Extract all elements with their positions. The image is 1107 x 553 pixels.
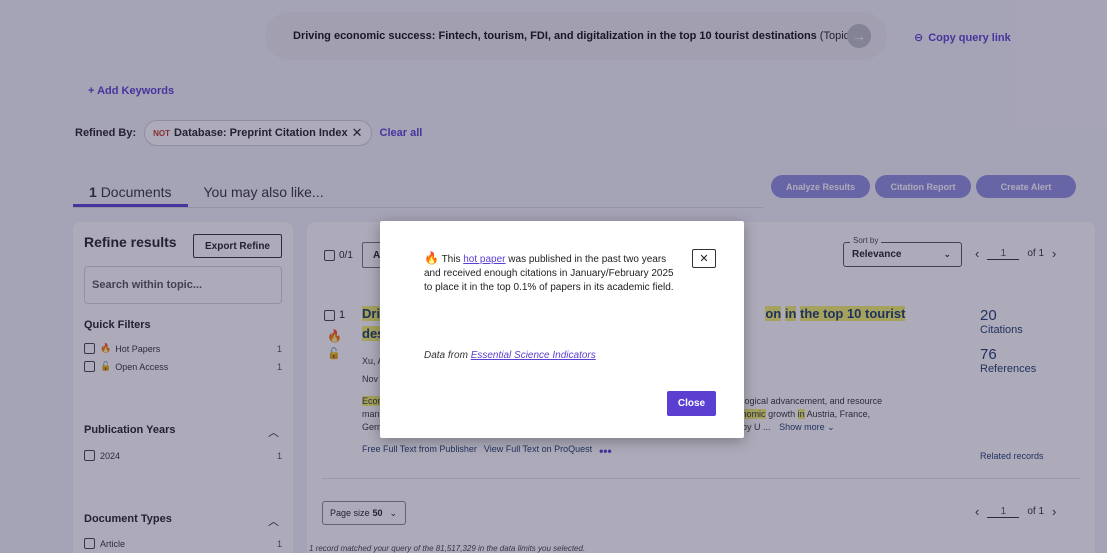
page: Driving economic success: Fintech, touri…: [0, 0, 1107, 553]
close-button[interactable]: Close: [667, 391, 716, 416]
flame-icon: 🔥: [424, 251, 439, 265]
close-icon[interactable]: ✕: [692, 249, 716, 268]
hot-paper-link[interactable]: hot paper: [463, 254, 505, 265]
esi-link[interactable]: Essential Science Indicators: [471, 350, 596, 361]
hot-paper-modal: 🔥 This hot paper was published in the pa…: [380, 221, 744, 438]
data-source: Data from Essential Science Indicators: [424, 350, 596, 361]
modal-message: 🔥 This hot paper was published in the pa…: [424, 251, 674, 293]
